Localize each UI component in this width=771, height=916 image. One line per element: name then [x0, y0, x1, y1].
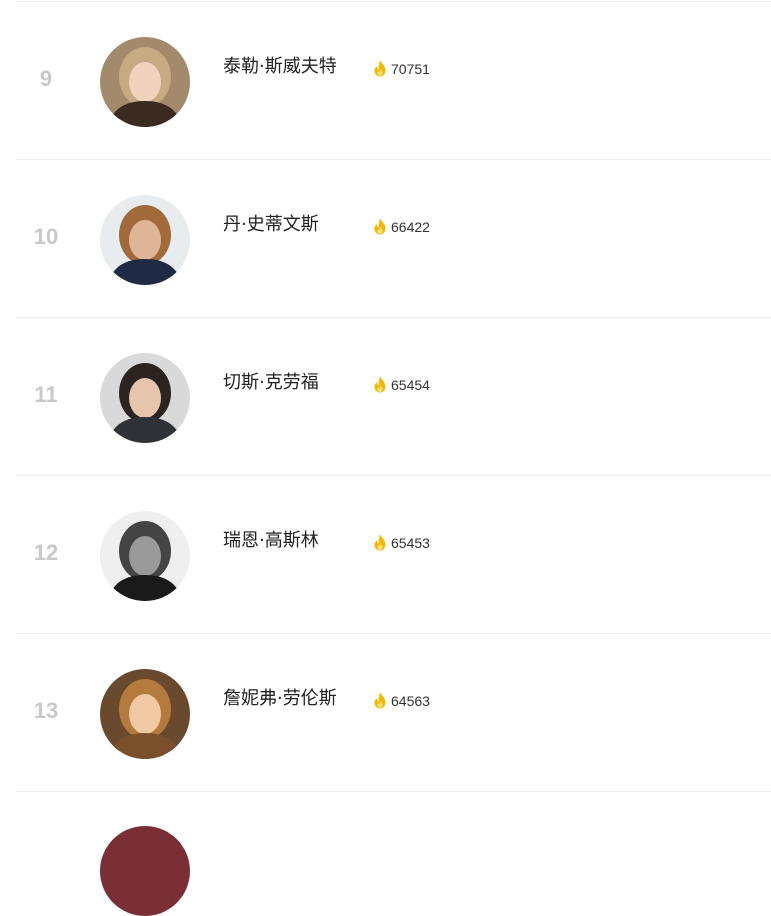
- rank-number: 12: [33, 540, 59, 565]
- flame-icon: [374, 376, 386, 393]
- celebrity-name[interactable]: 瑞恩·高斯林: [223, 526, 319, 552]
- avatar-image: [100, 826, 190, 916]
- avatar-face: [129, 378, 161, 418]
- avatar-face: [129, 694, 161, 734]
- avatar-face: [129, 220, 161, 260]
- flame-icon: [374, 60, 386, 77]
- flame-icon: [374, 692, 386, 709]
- celebrity-name[interactable]: 切斯·克劳福: [223, 368, 319, 394]
- popularity-score: 66422: [373, 218, 430, 235]
- popularity-value: 65454: [391, 376, 430, 393]
- popularity-value: 66422: [391, 218, 430, 235]
- rank-number: 11: [34, 382, 58, 407]
- rank-number: 9: [39, 66, 53, 91]
- avatar[interactable]: [100, 353, 190, 443]
- popularity-value: 64563: [391, 692, 430, 709]
- ranking-list: 9 泰勒·斯威夫特 70751 10 丹·史蒂文斯 66422 11 切斯·克劳福 65454 1…: [16, 1, 771, 916]
- celebrity-name[interactable]: 丹·史蒂文斯: [223, 210, 319, 236]
- avatar-image: [100, 669, 190, 759]
- ranking-row[interactable]: 9 泰勒·斯威夫特 70751: [16, 1, 771, 159]
- rank-number: 13: [33, 698, 59, 723]
- avatar[interactable]: [100, 511, 190, 601]
- celebrity-name[interactable]: 詹妮弗·劳伦斯: [223, 684, 337, 710]
- ranking-row[interactable]: 12 瑞恩·高斯林 65453: [16, 475, 771, 633]
- avatar-background: [100, 826, 190, 916]
- avatar-image: [100, 195, 190, 285]
- avatar-image: [100, 37, 190, 127]
- avatar[interactable]: [100, 195, 190, 285]
- popularity-score: 64563: [373, 692, 430, 709]
- celebrity-name[interactable]: 泰勒·斯威夫特: [223, 52, 337, 78]
- rank-number: 10: [33, 224, 59, 249]
- flame-icon: [374, 534, 386, 551]
- popularity-score: 65453: [373, 534, 430, 551]
- popularity-value: 65453: [391, 534, 430, 551]
- ranking-row[interactable]: 13 詹妮弗·劳伦斯 64563: [16, 633, 771, 791]
- avatar-face: [129, 536, 161, 576]
- avatar-image: [100, 511, 190, 601]
- avatar-face: [129, 62, 161, 102]
- avatar[interactable]: [100, 826, 190, 916]
- ranking-row[interactable]: 10 丹·史蒂文斯 66422: [16, 159, 771, 317]
- avatar[interactable]: [100, 37, 190, 127]
- popularity-value: 70751: [391, 60, 430, 77]
- flame-icon: [374, 218, 386, 235]
- popularity-score: 65454: [373, 376, 430, 393]
- avatar-image: [100, 353, 190, 443]
- ranking-row[interactable]: 11 切斯·克劳福 65454: [16, 317, 771, 475]
- popularity-score: 70751: [373, 60, 430, 77]
- avatar[interactable]: [100, 669, 190, 759]
